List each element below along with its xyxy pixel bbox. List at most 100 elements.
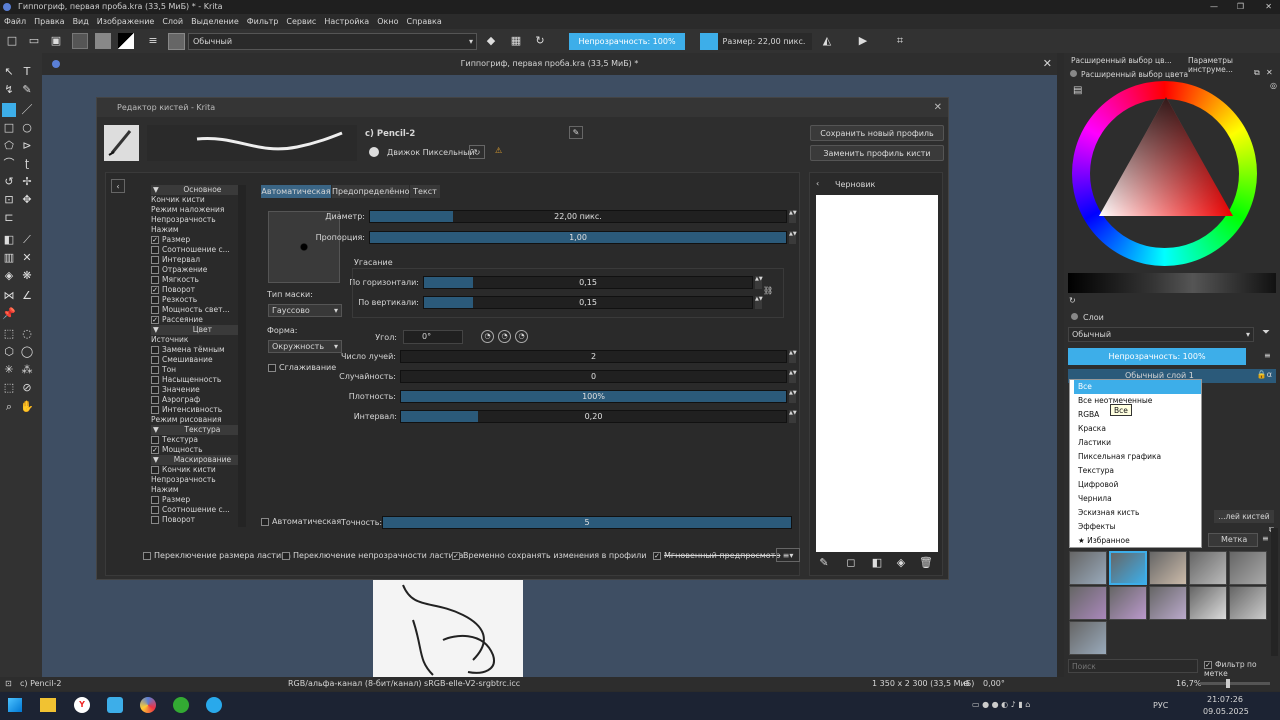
language-indicator[interactable]: РУС (1153, 701, 1168, 710)
color-picker-icon[interactable]: ⟋ (20, 233, 34, 247)
preserve-alpha-icon[interactable]: ▦ (509, 34, 523, 48)
fill-brush-icon[interactable]: ✎ (817, 556, 831, 570)
tag-button[interactable]: Метка (1208, 533, 1258, 547)
document-tab[interactable]: Гиппогриф, первая проба.kra (33,5 МиБ) *… (42, 53, 1057, 75)
option-item[interactable]: ✓ Размер (151, 235, 246, 245)
torrent-icon[interactable] (173, 697, 189, 713)
option-item[interactable]: ✓ Мощность (151, 445, 246, 455)
eraser-opacity-checkbox[interactable]: Переключение непрозрачности ластика (282, 551, 463, 560)
reset-engine-icon[interactable]: ↻ (469, 145, 485, 159)
menu-file[interactable]: Файл (0, 14, 30, 29)
angle-input[interactable]: 0° (403, 330, 463, 344)
eraser-icon[interactable]: ◆ (484, 34, 498, 48)
save-new-preset-button[interactable]: Сохранить новый профиль кисти... (810, 125, 944, 153)
tag-option[interactable]: Все неотмеченные (1074, 394, 1201, 408)
ratio-spin-icon[interactable]: ▲▼ (789, 231, 797, 244)
option-item[interactable]: Режим рисования (151, 415, 246, 425)
reload-preset-icon[interactable]: ↻ (533, 34, 547, 48)
gradient-tool-icon[interactable]: ◧ (2, 233, 16, 247)
tag-option[interactable]: Краска (1074, 422, 1201, 436)
mirror-vertical-icon[interactable]: ▶ (856, 34, 870, 48)
layer-opacity-slider[interactable]: Непрозрачность: 100% (1068, 348, 1246, 365)
freehand-path-icon[interactable]: ʈ (20, 157, 34, 171)
tag-option[interactable]: RGBA (1074, 408, 1201, 422)
pan-tool-icon[interactable]: ✋ (20, 400, 34, 414)
replace-preset-button[interactable]: Заменить профиль кисти (810, 145, 944, 161)
brush-preset-tile[interactable] (1069, 586, 1107, 620)
option-item[interactable]: Интенсивность (151, 405, 246, 415)
auto-precision-checkbox[interactable]: Автоматическая (261, 517, 341, 526)
menu-window[interactable]: Окно (373, 14, 402, 29)
freehand-brush-tool-active[interactable] (2, 103, 16, 117)
mirror-horizontal-icon[interactable]: ◭ (820, 34, 834, 48)
calligraphy-icon[interactable]: ✎ (20, 83, 34, 97)
brush-preset-grid[interactable] (1069, 551, 1269, 656)
filter-by-tag-checkbox[interactable]: ✓ Фильтр по метке (1204, 660, 1280, 678)
fill-tool-icon[interactable]: ◈ (2, 269, 16, 283)
randomness-slider[interactable]: 0 (400, 370, 787, 383)
spacing-spin-icon[interactable]: ▲▼ (789, 410, 797, 423)
zoom-handle[interactable] (1226, 679, 1230, 688)
hue-ring[interactable] (1072, 81, 1257, 266)
tag-option[interactable]: Цифровой (1074, 478, 1201, 492)
option-item[interactable]: Текстура (151, 435, 246, 445)
rotate-ccw-icon[interactable]: ◔ (498, 330, 511, 343)
spikes-spin-icon[interactable]: ▲▼ (789, 350, 797, 363)
browser-icon[interactable]: Y (74, 697, 90, 713)
reference-tool-icon[interactable]: 📌 (2, 307, 16, 321)
tab-brush-presets[interactable]: ...лей кистей (1214, 510, 1274, 523)
tab-predefined[interactable]: Предопределённое (332, 185, 414, 198)
menu-edit[interactable]: Правка (30, 14, 68, 29)
menu-help[interactable]: Справка (402, 14, 445, 29)
option-item[interactable]: ▼ Текстура (151, 425, 246, 435)
color-history-strip[interactable] (1068, 273, 1276, 293)
brush-preset-tile[interactable] (1229, 551, 1267, 585)
option-item[interactable]: Источник (151, 335, 246, 345)
options-list-scrollbar[interactable] (238, 185, 246, 527)
tag-option[interactable]: Все (1074, 380, 1201, 394)
fill-color-icon[interactable]: ◈ (894, 556, 908, 570)
option-item[interactable]: ▼ Основное (151, 185, 246, 195)
collapse-left-icon[interactable]: ‹ (111, 179, 125, 193)
brush-settings-icon[interactable]: ≡ (146, 34, 160, 48)
krita-taskbar-icon[interactable] (140, 697, 156, 713)
magnetic-select-icon[interactable]: ⊘ (20, 381, 34, 395)
clock-date[interactable]: 09.05.2025 (1203, 707, 1249, 716)
explorer-icon[interactable] (40, 698, 56, 712)
opacity-slider[interactable]: Непрозрачность: 100% (569, 33, 685, 50)
clock-time[interactable]: 21:07:26 (1207, 695, 1243, 704)
save-icon[interactable]: ▣ (49, 34, 63, 48)
ellipse-tool-icon[interactable]: ○ (20, 121, 34, 135)
layer-blend-select[interactable]: Обычный ▾ (1068, 327, 1254, 342)
eraser-size-checkbox[interactable]: Переключение размера ластика (143, 551, 291, 560)
tag-option[interactable]: Ластики (1074, 436, 1201, 450)
smoothing-checkbox[interactable]: Сглаживание (268, 363, 336, 372)
option-item[interactable]: Соотношение с... (151, 505, 246, 515)
close-icon[interactable]: ✕ (1265, 0, 1272, 14)
option-item[interactable]: Поворот (151, 515, 246, 525)
presets-scrollbar[interactable] (1271, 528, 1278, 656)
tag-option[interactable]: Эскизная кисть (1074, 506, 1201, 520)
saturation-value-triangle[interactable] (1072, 81, 1257, 266)
maximize-icon[interactable]: ❐ (1237, 0, 1244, 14)
move-tool-icon[interactable]: ✥ (20, 193, 34, 207)
brush-preset-thumbnail[interactable] (168, 33, 185, 50)
wrap-around-icon[interactable]: ⌗ (893, 34, 907, 48)
paintop-options-list[interactable]: ▼ Основное Кончик кисти Режим наложения Непр… (151, 185, 246, 527)
enclose-fill-icon[interactable]: ❋ (20, 269, 34, 283)
preset-search-input[interactable] (1068, 659, 1198, 673)
bezier-tool-icon[interactable]: ⌒ (2, 157, 16, 171)
freehand-select-icon[interactable]: ◯ (20, 345, 34, 359)
temp-save-checkbox[interactable]: ✓ Временно сохранять изменения в профили (452, 551, 646, 560)
rotate-cw-icon[interactable]: ◔ (515, 330, 528, 343)
instant-preview-checkbox[interactable]: ✓ Мгновенный предпросмотр (653, 551, 780, 560)
option-item[interactable]: ▼ Маскирование (151, 455, 246, 465)
spacing-slider[interactable]: Авто0,20 (400, 410, 787, 423)
line-tool-icon[interactable]: ／ (20, 103, 34, 117)
gradient-swatch[interactable] (72, 33, 88, 49)
option-item[interactable]: Резкость (151, 295, 246, 305)
option-item[interactable]: ✓ Поворот (151, 285, 246, 295)
assistant-tool-icon[interactable]: ⋈ (2, 289, 16, 303)
new-document-icon[interactable]: □ (5, 34, 19, 48)
filter-layers-icon[interactable]: ⏷ (1262, 327, 1270, 338)
